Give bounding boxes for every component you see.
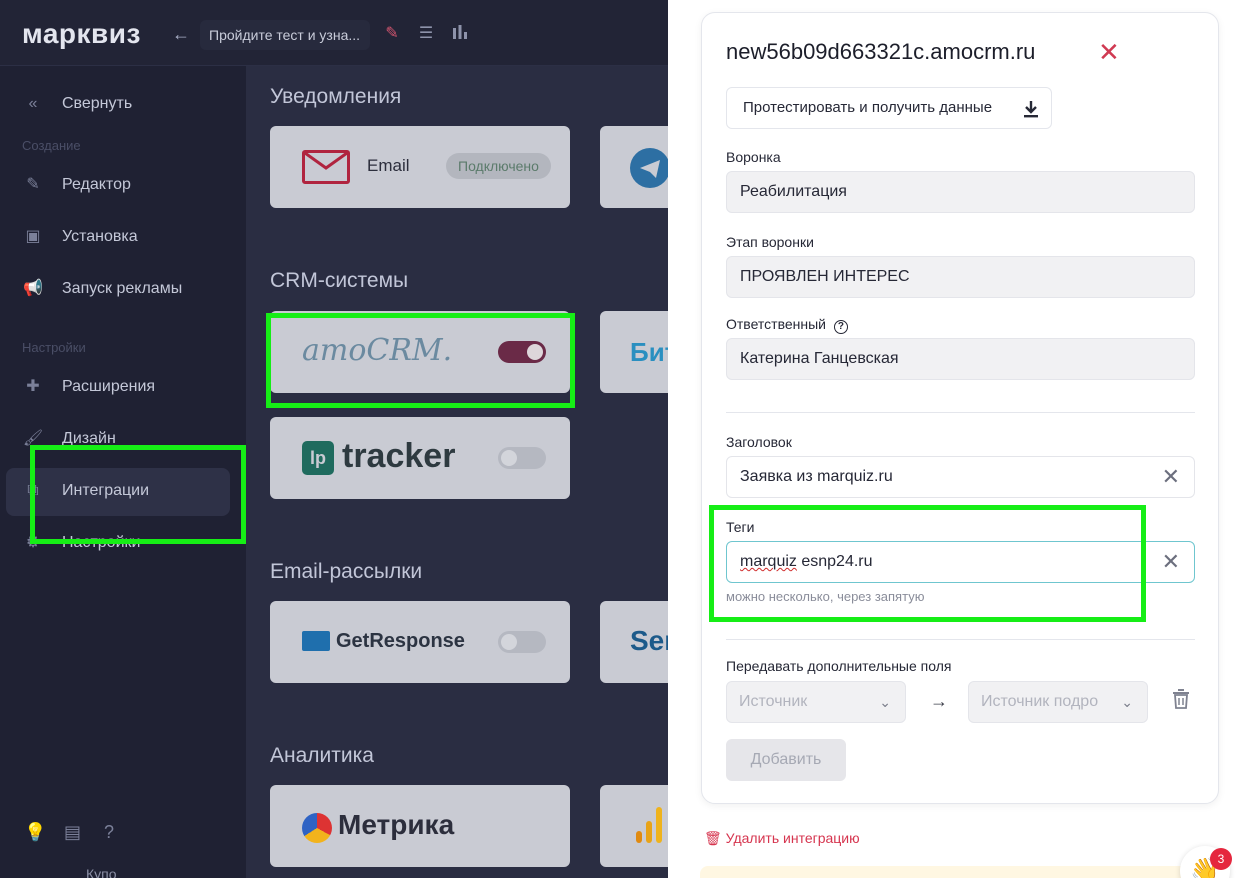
stage-field[interactable]: ПРОЯВЛЕН ИНТЕРЕС [726, 256, 1195, 298]
metrika-icon [302, 813, 332, 843]
section-analytics-title: Аналитика [270, 744, 374, 767]
lightbulb-icon[interactable]: 💡 [24, 822, 46, 843]
source-detail-select[interactable]: Источник подро ⌄ [968, 681, 1148, 723]
clear-icon[interactable]: ✕ [1162, 457, 1180, 497]
getresponse-toggle[interactable] [498, 631, 546, 653]
responsible-label: Ответственный? [726, 316, 848, 334]
highlight-amocrm-card [266, 313, 575, 408]
double-chevron-left-icon: « [28, 95, 38, 112]
sidebar-item-extensions[interactable]: ✚ Расширения [22, 365, 155, 409]
sendpulse-card[interactable]: Sen [600, 601, 668, 683]
metrika-card[interactable]: Метрика [270, 785, 570, 867]
divider [726, 639, 1195, 640]
chat-count-badge: 3 [1210, 848, 1232, 870]
top-bar: марквиз ← Пройдите тест и узна... ✎ ☰ [0, 0, 668, 66]
stage-label: Этап воронки [726, 234, 814, 250]
delete-integration-label: Удалить интеграцию [725, 830, 860, 846]
sidebar-item-install[interactable]: ▣ Установка [22, 215, 138, 259]
logo: марквиз [22, 18, 141, 49]
amocrm-settings-panel: new56b09d663321c.amocrm.ru ✕ Протестиров… [701, 12, 1219, 804]
download-icon [1023, 88, 1039, 134]
delete-integration-link[interactable]: 🗑 Удалить интеграцию [704, 830, 860, 847]
sidebar-item-label: Расширения [62, 378, 156, 395]
chevron-down-icon: ⌄ [879, 694, 891, 710]
test-and-fetch-button[interactable]: Протестировать и получить данные [726, 87, 1052, 129]
panel-title: new56b09d663321c.amocrm.ru [726, 39, 1036, 64]
megaphone-icon: 📢 [23, 280, 43, 297]
funnel-field[interactable]: Реабилитация [726, 171, 1195, 213]
bitrix-card[interactable]: Бит [600, 311, 668, 393]
integrations-content: Уведомления Email Подключено CRM-системы… [246, 66, 668, 878]
bar-chart-icon[interactable] [450, 24, 470, 44]
quiz-title[interactable]: Пройдите тест и узна... [200, 20, 370, 50]
getresponse-icon [302, 631, 330, 651]
getresponse-card[interactable]: GetResponse [270, 601, 570, 683]
sidebar-item-label: Запуск рекламы [62, 280, 183, 297]
notice-strip [700, 866, 1220, 878]
sidebar-item-label: Редактор [62, 176, 131, 193]
analytics-card-2[interactable] [600, 785, 668, 867]
extra-fields-label: Передавать дополнительные поля [726, 658, 952, 674]
sidebar-item-label: Установка [62, 228, 138, 245]
list-icon[interactable]: ☰ [416, 24, 436, 44]
sidebar-section-settings: Настройки [22, 340, 86, 355]
metrika-logo: Метрика [338, 809, 455, 840]
subject-input[interactable]: Заявка из marquiz.ru ✕ [726, 456, 1195, 498]
sidebar-collapse[interactable]: « Свернуть [22, 82, 133, 126]
highlight-tags-field [709, 505, 1146, 622]
sendpulse-logo: Sen [630, 625, 668, 656]
add-field-button[interactable]: Добавить [726, 739, 846, 781]
puzzle-icon: ✚ [26, 378, 40, 395]
pencil-icon[interactable]: ✎ [382, 24, 402, 44]
source-detail-select-value: Источник подро [981, 693, 1099, 710]
arrow-right-icon: → [930, 691, 948, 711]
tracker-card[interactable]: lp tracker [270, 417, 570, 499]
arrow-left-icon[interactable]: ← [172, 24, 190, 45]
telegram-card[interactable] [600, 126, 668, 208]
subject-input-value: Заявка из marquiz.ru [740, 468, 893, 485]
install-icon: ▣ [25, 228, 41, 245]
section-crm-title: CRM-системы [270, 269, 409, 292]
tracker-toggle[interactable] [498, 447, 546, 469]
email-card-label: Email [367, 156, 410, 175]
lp-tracker-icon: lp [302, 441, 334, 475]
highlight-integrations-item [30, 445, 246, 544]
trash-icon[interactable] [1172, 689, 1190, 715]
user-name[interactable]: Купо [86, 866, 117, 878]
sidebar-item-ads[interactable]: 📢 Запуск рекламы [22, 267, 182, 311]
responsible-label-text: Ответственный [726, 316, 826, 332]
background-app: марквиз ← Пройдите тест и узна... ✎ ☰ « С… [0, 0, 668, 878]
folder-upload-icon[interactable]: ▤ [64, 822, 81, 843]
test-button-label: Протестировать и получить данные [743, 99, 993, 116]
subject-label: Заголовок [726, 434, 792, 450]
tracker-logo: tracker [342, 437, 456, 475]
email-card[interactable]: Email Подключено [270, 126, 570, 208]
sidebar-collapse-label: Свернуть [62, 95, 133, 112]
pencil-icon: ✎ [26, 176, 40, 193]
sidebar-section-create: Создание [22, 138, 81, 153]
help-icon[interactable]: ? [104, 822, 114, 843]
source-select-value: Источник [739, 693, 808, 710]
funnel-label: Воронка [726, 149, 781, 165]
divider [726, 412, 1195, 413]
close-icon[interactable]: ✕ [1098, 39, 1120, 65]
telegram-icon [630, 148, 668, 188]
envelope-icon [302, 150, 350, 184]
trash-icon: 🗑 [704, 830, 722, 846]
status-badge: Подключено [446, 153, 551, 179]
help-circle-icon[interactable]: ? [833, 320, 848, 334]
google-analytics-icon [636, 807, 662, 843]
source-select[interactable]: Источник ⌄ [726, 681, 906, 723]
section-email-title: Email-рассылки [270, 560, 423, 583]
bitrix-logo: Бит [630, 337, 668, 367]
sidebar-item-editor[interactable]: ✎ Редактор [22, 163, 131, 207]
getresponse-logo: GetResponse [336, 630, 465, 652]
clear-icon[interactable]: ✕ [1162, 542, 1180, 582]
responsible-field[interactable]: Катерина Ганцевская [726, 338, 1195, 380]
integration-panel-area: new56b09d663321c.amocrm.ru ✕ Протестиров… [668, 0, 1248, 878]
section-notifications-title: Уведомления [270, 85, 402, 108]
chevron-down-icon: ⌄ [1121, 694, 1133, 710]
